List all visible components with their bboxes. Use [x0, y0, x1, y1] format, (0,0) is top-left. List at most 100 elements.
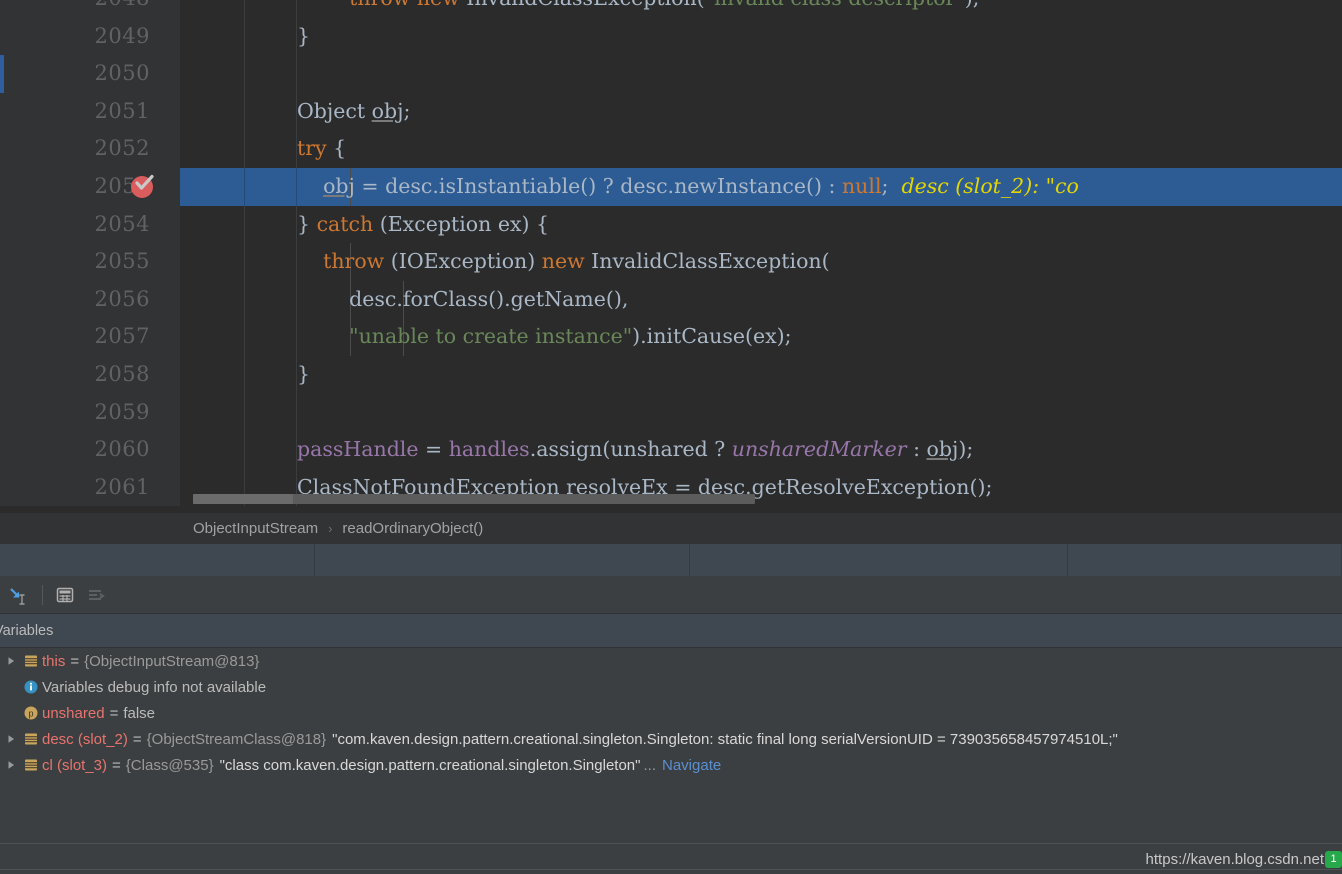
variable-row[interactable]: cl (slot_3) = {Class@535} "class com.kaven.…: [0, 752, 1342, 778]
variable-reference: {ObjectStreamClass@818}: [146, 730, 327, 748]
variable-navigate-link[interactable]: Navigate: [662, 757, 721, 774]
editor-code-text[interactable]: }: [297, 18, 310, 56]
editor-fold-column[interactable]: [180, 130, 245, 168]
code-token: handles: [448, 437, 530, 462]
editor-code-text[interactable]: try {: [297, 130, 346, 168]
editor-line-background: [180, 55, 1342, 93]
editor-annotation-column[interactable]: [245, 393, 297, 432]
editor-annotation-column[interactable]: [245, 280, 297, 319]
editor-line-number: 2049: [94, 23, 150, 48]
variables-tab-label: Variables: [0, 622, 54, 639]
editor-annotation-column[interactable]: [245, 431, 297, 469]
editor-line[interactable]: 2053 obj = desc.isInstantiable() ? desc.…: [0, 168, 1342, 206]
editor-line[interactable]: 2060 passHandle = handles.assign(unshared…: [0, 431, 1342, 469]
expander-triangle-icon[interactable]: [2, 726, 20, 752]
editor-code-text[interactable]: throw new InvalidClassException("invalid…: [297, 0, 980, 18]
watermark-url: https://kaven.blog.csdn.net: [1145, 850, 1324, 868]
debug-tab-cell[interactable]: [690, 544, 1068, 576]
breakpoint-icon[interactable]: [131, 174, 154, 198]
object-value-icon: [20, 648, 42, 674]
editor-code-text[interactable]: "unable to create instance").initCause(e…: [297, 318, 791, 356]
editor-code-text[interactable]: } catch (Exception ex) {: [297, 206, 549, 244]
object-value-icon: [20, 726, 42, 752]
code-token: obj: [926, 437, 959, 462]
editor-annotation-column[interactable]: [245, 356, 297, 394]
editor-line[interactable]: 2052 try {: [0, 130, 1342, 168]
code-token: obj: [323, 174, 355, 198]
editor-fold-column[interactable]: [180, 393, 245, 432]
editor-line[interactable]: 2059: [0, 393, 1342, 432]
editor-code-text[interactable]: throw (IOException) new InvalidClassExce…: [297, 243, 830, 281]
code-token: .assign(unshared ?: [529, 437, 732, 462]
editor-code-text[interactable]: passHandle = handles.assign(unshared ? u…: [297, 431, 973, 469]
variable-name: desc (slot_2): [42, 730, 128, 748]
editor-fold-column[interactable]: [180, 431, 245, 469]
editor-fold-column[interactable]: [180, 0, 245, 18]
debug-tab-strip[interactable]: [0, 544, 1342, 576]
evaluate-expression-icon[interactable]: [4, 581, 32, 609]
inline-debug-hint[interactable]: desc (slot_2): "co: [888, 174, 1078, 198]
editor-line[interactable]: 2055 throw (IOException) new InvalidClas…: [0, 243, 1342, 281]
watermark-badge: 1: [1325, 850, 1342, 868]
debug-tab-cell[interactable]: [1068, 544, 1342, 576]
editor-line-number: 2048: [0, 0, 150, 18]
editor-annotation-column[interactable]: [245, 243, 297, 281]
editor-line-number: 2058: [94, 362, 150, 386]
variable-row[interactable]: Variables debug info not available: [0, 674, 1342, 700]
editor-horizontal-scrollbar-thumb-highlight[interactable]: [193, 494, 293, 504]
variable-row[interactable]: desc (slot_2) = {ObjectStreamClass@818} "co…: [0, 726, 1342, 752]
editor-annotation-column[interactable]: [245, 130, 297, 168]
editor-fold-column[interactable]: [180, 243, 245, 281]
info-icon: [20, 674, 42, 700]
editor-code-text[interactable]: obj = desc.isInstantiable() ? desc.newIn…: [297, 168, 1079, 206]
code-editor[interactable]: 2048 throw new InvalidClassException("in…: [0, 0, 1342, 512]
watches-table-icon[interactable]: [51, 581, 79, 609]
editor-annotation-column[interactable]: [245, 92, 297, 131]
editor-fold-column[interactable]: [180, 92, 245, 131]
variables-tree[interactable]: this = {ObjectInputStream@813} Variables de…: [0, 648, 1342, 843]
editor-annotation-column[interactable]: [245, 168, 297, 206]
editor-line[interactable]: 2057 "unable to create instance").initCa…: [0, 318, 1342, 356]
editor-line[interactable]: 2049}: [0, 17, 1342, 56]
editor-fold-column[interactable]: [180, 17, 245, 56]
code-token: obj: [371, 98, 404, 123]
editor-fold-column[interactable]: [180, 318, 245, 356]
editor-line-number: 2052: [94, 136, 150, 161]
editor-line[interactable]: 2050: [0, 55, 1342, 93]
code-token: desc.forClass().getName(),: [297, 286, 629, 311]
expander-triangle-icon[interactable]: [2, 752, 20, 778]
editor-annotation-column[interactable]: [245, 205, 297, 244]
editor-line[interactable]: 2054} catch (Exception ex) {: [0, 205, 1342, 244]
editor-fold-column[interactable]: [180, 168, 245, 206]
breadcrumb-item-method[interactable]: readOrdinaryObject(): [342, 520, 483, 537]
editor-fold-column[interactable]: [180, 280, 245, 319]
code-token: new: [541, 249, 585, 274]
variable-row[interactable]: this = {ObjectInputStream@813}: [0, 648, 1342, 674]
editor-line[interactable]: 2056 desc.forClass().getName(),: [0, 280, 1342, 319]
editor-annotation-column[interactable]: [245, 17, 297, 56]
debug-tab-cell[interactable]: [0, 544, 315, 576]
editor-line[interactable]: 2058}: [0, 356, 1342, 394]
variable-equals: =: [109, 704, 119, 722]
ide-debugger-window: 2048 throw new InvalidClassException("in…: [0, 0, 1342, 874]
editor-code-text[interactable]: Object obj;: [297, 93, 410, 131]
editor-line[interactable]: 2048 throw new InvalidClassException("in…: [0, 0, 1342, 18]
editor-annotation-column[interactable]: [245, 0, 297, 18]
variable-row[interactable]: p unshared = false: [0, 700, 1342, 726]
editor-fold-column[interactable]: [180, 356, 245, 394]
debug-tab-cell[interactable]: [315, 544, 690, 576]
editor-fold-column[interactable]: [180, 55, 245, 93]
expander-triangle-icon[interactable]: [2, 648, 20, 674]
editor-code-text[interactable]: desc.forClass().getName(),: [297, 281, 628, 319]
code-token: (IOException): [384, 249, 542, 274]
editor-annotation-column[interactable]: [245, 318, 297, 356]
editor-line[interactable]: 2051 Object obj;: [0, 92, 1342, 131]
editor-fold-column[interactable]: [180, 205, 245, 244]
breadcrumb-item-class[interactable]: ObjectInputStream: [193, 520, 318, 537]
editor-annotation-column[interactable]: [245, 55, 297, 93]
code-token: );: [958, 437, 974, 462]
editor-code-text[interactable]: }: [297, 356, 310, 394]
variables-tab-header[interactable]: Variables: [0, 614, 1342, 648]
